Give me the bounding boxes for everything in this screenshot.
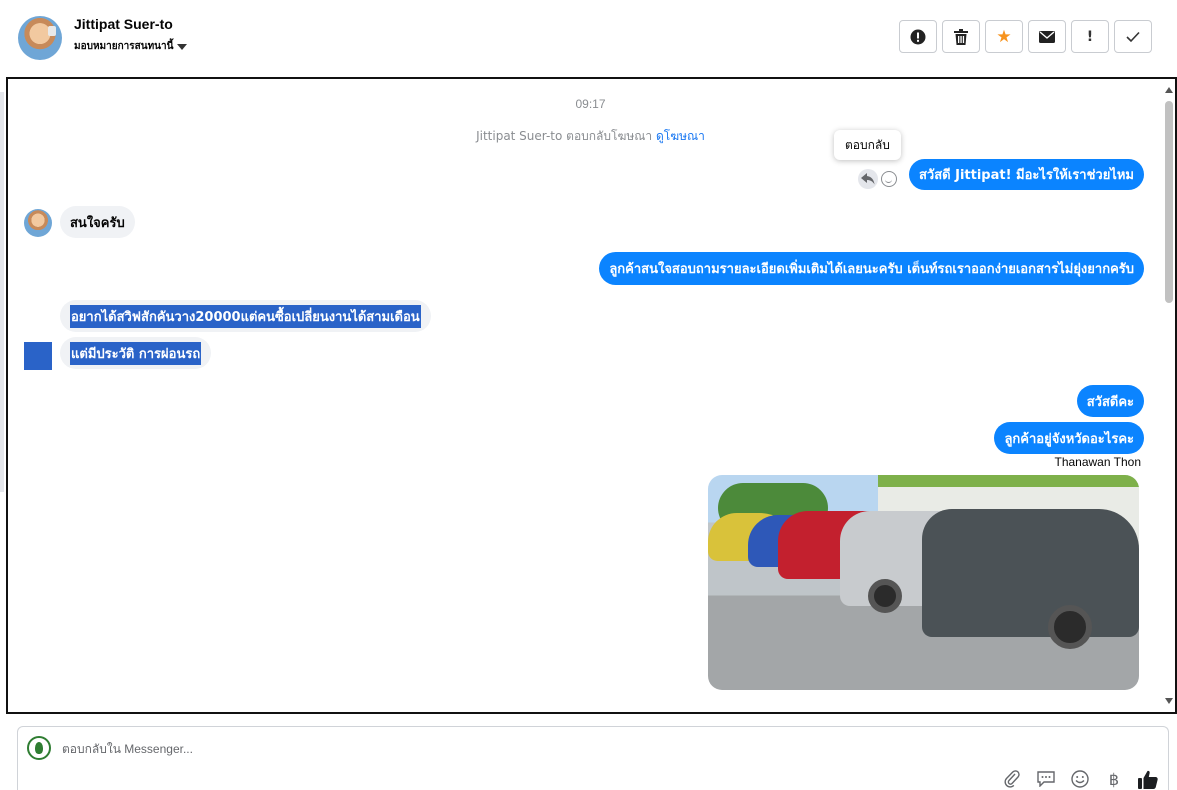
ad-reply-notice: Jittipat Suer-to ตอบกลับโฆษณา ดูโฆษณา <box>8 127 1173 146</box>
assign-label: มอบหมายการสนทนานี้ <box>74 41 174 52</box>
contact-avatar-small[interactable] <box>24 209 52 237</box>
contact-avatar[interactable] <box>18 16 62 60</box>
message-timestamp: 09:17 <box>575 97 606 111</box>
mark-unread-button[interactable] <box>1028 20 1066 53</box>
left-panel-edge <box>0 92 4 492</box>
scrollbar-thumb[interactable] <box>1165 101 1173 303</box>
reply-tooltip: ตอบกลับ <box>834 130 901 160</box>
message-text: สนใจครับ <box>70 215 125 231</box>
caret-down-icon <box>177 43 188 50</box>
contact-avatar-small[interactable] <box>24 342 52 370</box>
composer-actions: ฿ <box>1002 769 1158 789</box>
emoji-icon[interactable] <box>1070 769 1090 789</box>
baht-icon[interactable]: ฿ <box>1104 769 1124 789</box>
message-bubble-outgoing[interactable]: ลูกค้าสนใจสอบถามรายละเอียดเพิ่มเติมได้เล… <box>599 252 1144 285</box>
thread-scrollbar[interactable] <box>1163 79 1175 712</box>
check-icon <box>1126 31 1140 42</box>
star-icon: ★ <box>996 26 1012 47</box>
message-text: สวัสดี Jittipat! มีอะไรให้เราช่วยไหม <box>918 168 1134 183</box>
alert-circle-icon <box>910 29 926 44</box>
trash-icon <box>954 28 968 45</box>
star-button[interactable]: ★ <box>985 20 1023 53</box>
reply-input[interactable]: ตอบกลับใน Messenger... <box>62 740 193 759</box>
spam-button[interactable] <box>899 20 937 53</box>
message-bubble-incoming[interactable]: แต่มีประวัติ การผ่อนรถ <box>60 337 212 369</box>
message-text: ลูกค้าอยู่จังหวัดอะไรคะ <box>1004 431 1134 447</box>
message-text: ลูกค้าสนใจสอบถามรายละเอียดเพิ่มเติมได้เล… <box>609 262 1134 277</box>
done-button[interactable] <box>1114 20 1152 53</box>
message-bubble-incoming[interactable]: สนใจครับ <box>60 206 135 238</box>
message-text: สวัสดีคะ <box>1086 394 1134 410</box>
sender-label: Thanawan Thon <box>1054 455 1141 469</box>
message-bubble-outgoing[interactable]: สวัสดีคะ <box>1076 385 1144 417</box>
reply-icon[interactable] <box>858 169 878 189</box>
envelope-icon <box>1039 30 1055 43</box>
conversation-toolbar: ★ ! <box>899 20 1152 53</box>
view-ad-link[interactable]: ดูโฆษณา <box>656 129 705 143</box>
conversation-header: Jittipat Suer-to มอบหมายการสนทนานี้ ★ ! <box>0 0 1177 76</box>
message-bubble-incoming[interactable]: อยากได้สวิฟสักคันวาง20000แต่คนซื้อเปลี่ย… <box>60 300 431 332</box>
paperclip-icon[interactable] <box>1002 769 1022 789</box>
message-text: แต่มีประวัติ การผ่อนรถ <box>70 341 202 365</box>
assign-conversation-dropdown[interactable]: มอบหมายการสนทนานี้ <box>74 39 188 54</box>
message-actions <box>858 169 897 189</box>
exclamation-icon: ! <box>1086 28 1094 45</box>
scroll-down-icon[interactable] <box>1165 698 1173 704</box>
message-text: อยากได้สวิฟสักคันวาง20000แต่คนซื้อเปลี่ย… <box>70 304 421 328</box>
ad-reply-text: Jittipat Suer-to ตอบกลับโฆษณา <box>476 129 653 143</box>
speech-bubble-icon[interactable] <box>1036 769 1056 789</box>
message-bubble-outgoing[interactable]: ลูกค้าอยู่จังหวัดอะไรคะ <box>994 422 1144 454</box>
scroll-up-icon[interactable] <box>1165 87 1173 93</box>
react-emoji-icon[interactable] <box>881 171 897 187</box>
page-logo <box>27 736 51 760</box>
delete-button[interactable] <box>942 20 980 53</box>
message-bubble-outgoing[interactable]: สวัสดี Jittipat! มีอะไรให้เราช่วยไหม <box>908 159 1144 190</box>
contact-name[interactable]: Jittipat Suer-to <box>74 16 173 32</box>
message-thread[interactable]: 09:17 Jittipat Suer-to ตอบกลับโฆษณา ดูโฆ… <box>6 77 1177 714</box>
image-attachment[interactable] <box>708 475 1139 690</box>
message-composer[interactable]: ตอบกลับใน Messenger... ฿ <box>17 726 1169 790</box>
follow-up-button[interactable]: ! <box>1071 20 1109 53</box>
thumbs-up-icon[interactable] <box>1138 769 1158 789</box>
